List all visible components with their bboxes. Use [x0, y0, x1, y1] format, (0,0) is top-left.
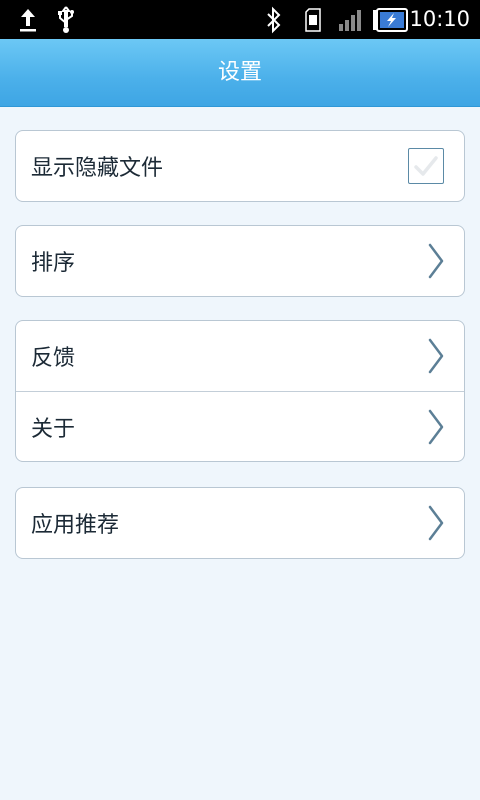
page-title: 设置: [217, 60, 262, 85]
usb-icon: [54, 0, 78, 39]
feedback-label: 反馈: [31, 346, 76, 371]
battery-charging-icon: [372, 0, 408, 39]
setting-row-sort[interactable]: 排序: [16, 226, 464, 296]
show-hidden-files-label: 显示隐藏文件: [31, 156, 164, 181]
chevron-right-icon: [428, 338, 444, 374]
about-label: 关于: [31, 416, 76, 442]
chevron-right-icon: [428, 409, 444, 444]
status-bar: 10:10: [0, 0, 480, 39]
signal-icon: [338, 0, 364, 39]
sort-label: 排序: [31, 251, 76, 276]
show-hidden-files-checkbox[interactable]: [408, 148, 444, 184]
setting-row-app-recommend[interactable]: 应用推荐: [16, 488, 464, 558]
settings-group-recommend: 应用推荐: [15, 487, 465, 559]
bluetooth-icon: [262, 0, 286, 39]
status-time: 10:10: [409, 7, 470, 31]
chevron-right-icon: [428, 243, 444, 279]
checkmark-icon: [414, 156, 438, 176]
setting-row-show-hidden-files[interactable]: 显示隐藏文件: [16, 131, 464, 201]
settings-group-display: 显示隐藏文件: [15, 130, 465, 202]
setting-row-feedback[interactable]: 反馈: [16, 321, 464, 391]
title-bar: 设置: [0, 39, 480, 107]
settings-group-sort: 排序: [15, 225, 465, 297]
upload-icon: [16, 0, 40, 39]
app-recommend-label: 应用推荐: [31, 513, 120, 538]
settings-group-info: 反馈 关于: [15, 320, 465, 462]
setting-row-about[interactable]: 关于: [16, 391, 464, 461]
sd-card-icon: [302, 0, 324, 39]
chevron-right-icon: [428, 505, 444, 541]
